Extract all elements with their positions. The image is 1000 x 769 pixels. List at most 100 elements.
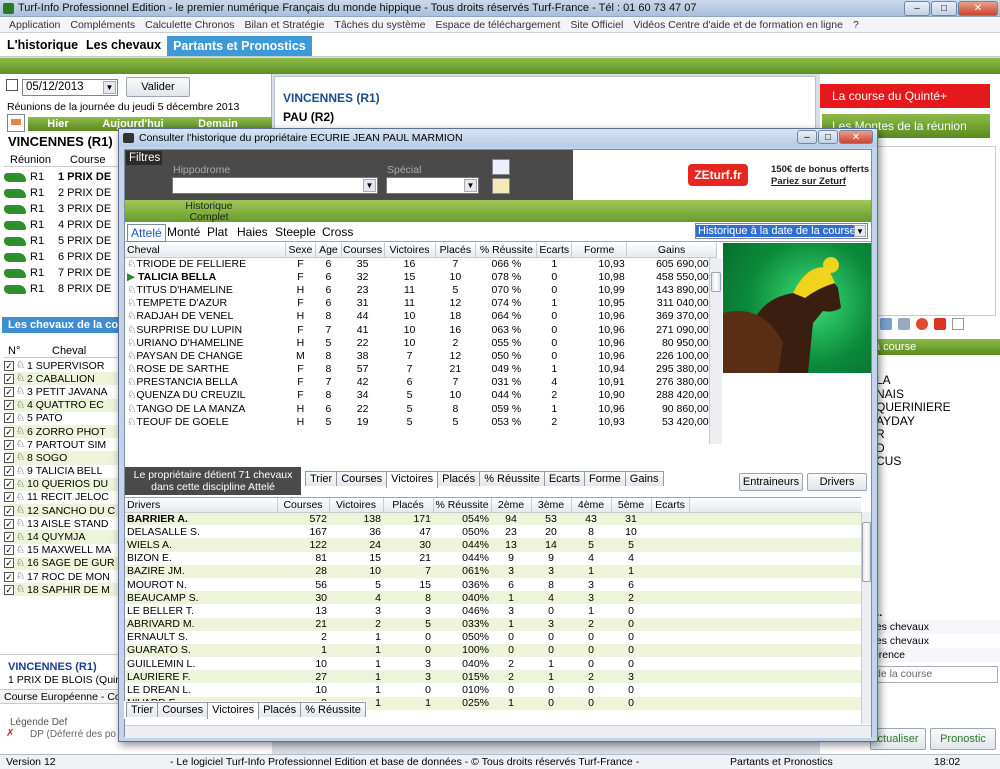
bet-link[interactable]: Pariez sur Zeturf	[771, 176, 846, 187]
chevron-down-icon[interactable]: ▼	[103, 81, 116, 94]
sort-gains[interactable]: Gains	[624, 471, 664, 486]
col-drivers[interactable]: Drivers	[125, 498, 278, 513]
checkbox[interactable]	[4, 479, 14, 490]
checkbox[interactable]	[4, 452, 14, 463]
sort-reussite[interactable]: % Réussite	[479, 471, 545, 486]
table-row[interactable]: BAZIRE JM. 28 10 7 061% 3 3 1 1	[125, 564, 861, 578]
calendar-icon[interactable]	[6, 79, 18, 91]
col-gains[interactable]: Gains	[626, 243, 717, 258]
stop-icon[interactable]	[934, 318, 946, 330]
menu-bilan[interactable]: Bilan et Stratégie	[239, 17, 329, 32]
checkbox[interactable]	[4, 413, 14, 424]
alert-icon[interactable]	[916, 318, 928, 330]
btab-courses[interactable]: Courses	[157, 702, 209, 717]
col-d-5eme[interactable]: 5ème	[611, 498, 652, 513]
opt-item[interactable]: des chevaux	[870, 634, 1000, 648]
scroll-thumb[interactable]	[862, 522, 871, 582]
quinte-banner[interactable]: La course du Quinté+	[820, 84, 990, 108]
sort-ecarts[interactable]: Ecarts	[543, 471, 586, 486]
sort-courses[interactable]: Courses	[336, 471, 388, 486]
drivers-button[interactable]: Drivers	[807, 473, 867, 491]
dialog-minimize-button[interactable]: –	[797, 130, 817, 144]
histo-date-select[interactable]: Historique à la date de la course ▼	[695, 223, 868, 239]
sort-trier[interactable]: Trier	[305, 471, 338, 486]
table-row[interactable]: ♘TRIODE DE FELLIERE F 6 35 16 7 066 % 1 10,93 605…	[125, 257, 717, 270]
table-row[interactable]: DELASALLE S. 167 36 47 050% 23 20 8 10	[125, 525, 861, 539]
chevron-down-icon[interactable]: ▼	[854, 225, 866, 237]
col-sexe[interactable]: Sexe	[285, 243, 317, 258]
checkbox[interactable]	[4, 386, 14, 397]
table-row[interactable]: GUARATO S. 1 1 0 100% 0 0 0 0	[125, 643, 861, 658]
sort-forme[interactable]: Forme	[584, 471, 626, 486]
table-row[interactable]: LE DREAN L. 10 1 0 010% 0 0 0 0	[125, 683, 861, 697]
table-row[interactable]: BEAUCAMP S. 30 4 8 040% 1 4 3 2	[125, 591, 861, 605]
menu-site[interactable]: Site Officiel	[565, 17, 628, 32]
btab-victoires[interactable]: Victoires	[207, 702, 260, 719]
col-d-3eme[interactable]: 3ème	[531, 498, 572, 513]
table-row[interactable]: ♘TANGO DE LA MANZA H 6 22 5 8 059 % 1 10,96 90 86…	[125, 402, 717, 415]
checkbox[interactable]	[4, 400, 14, 411]
sort-places[interactable]: Placés	[437, 471, 481, 486]
histo-complet-tab[interactable]: Historique Complet	[167, 200, 251, 223]
table-row[interactable]: ▶ TALICIA BELLA F 6 32 15 10 078 % 0 10,98 458 55…	[125, 270, 717, 283]
chevron-down-icon[interactable]: ▼	[363, 179, 376, 192]
table-row[interactable]: ♘TEMPETE D'AZUR F 6 31 11 12 074 % 1 10,95 311 04…	[125, 297, 717, 310]
print-icon[interactable]	[880, 318, 892, 330]
col-d-victoires[interactable]: Victoires	[329, 498, 384, 513]
table-row[interactable]: ♘TEOUF DE GOELE H 5 19 5 5 053 % 2 10,93 53 420,0…	[125, 415, 717, 428]
table-row[interactable]: ♘PAYSAN DE CHANGE M 8 38 7 12 050 % 0 10,96 226 1…	[125, 349, 717, 362]
drivers-scrollbar[interactable]	[861, 512, 871, 724]
checkbox[interactable]	[4, 466, 14, 477]
col-forme[interactable]: Forme	[571, 243, 628, 258]
checkbox[interactable]	[4, 584, 14, 595]
h-scrollbar[interactable]	[125, 725, 871, 738]
checkbox[interactable]	[4, 360, 14, 371]
filter-apply-icon[interactable]	[492, 159, 510, 175]
calendar-small-icon[interactable]	[7, 114, 25, 132]
col-d-reussite[interactable]: % Réussite	[433, 498, 492, 513]
tab-monte[interactable]: Monté	[167, 225, 200, 239]
scroll-thumb[interactable]	[711, 272, 721, 292]
checkbox[interactable]	[4, 505, 14, 516]
col-places[interactable]: Placés	[435, 243, 477, 258]
checkbox[interactable]	[4, 518, 14, 529]
checkbox[interactable]	[4, 492, 14, 503]
date-select[interactable]: 05/12/2013 ▼	[22, 79, 118, 96]
checkbox[interactable]	[4, 373, 14, 384]
col-age[interactable]: Age	[315, 243, 342, 258]
entraineurs-button[interactable]: Entraineurs	[739, 473, 803, 491]
checkbox[interactable]	[4, 571, 14, 582]
btab-trier[interactable]: Trier	[126, 702, 159, 717]
validate-button[interactable]: Valider	[126, 77, 190, 97]
table-row[interactable]: LE BELLER T. 13 3 3 046% 3 0 1 0	[125, 604, 861, 618]
checkbox[interactable]	[4, 439, 14, 450]
opt-item[interactable]: des chevaux	[870, 620, 1000, 634]
pronostic-button[interactable]: Pronostic	[930, 728, 996, 750]
col-d-places[interactable]: Placés	[383, 498, 434, 513]
table-row[interactable]: GUILLEMIN L. 10 1 3 040% 2 1 0 0	[125, 657, 861, 671]
nav-hier[interactable]: Hier	[28, 117, 88, 131]
table-row[interactable]: ERNAULT S. 2 1 0 050% 0 0 0 0	[125, 630, 861, 644]
zeturf-ad[interactable]: ZEturf.fr 150€ de bonus offerts Pariez s…	[573, 150, 871, 200]
tab-partants[interactable]: Partants et Pronostics	[167, 36, 312, 56]
actualiser-button[interactable]: ctualiser	[870, 728, 926, 750]
dialog-maximize-button[interactable]: □	[818, 130, 838, 144]
tab-haies[interactable]: Haies	[237, 225, 268, 239]
table-row[interactable]: ♘QUENZA DU CREUZIL F 8 34 5 10 044 % 2 10,90 288 …	[125, 389, 717, 402]
hippodrome-select[interactable]: ▼	[172, 177, 378, 194]
col-d-ecarts[interactable]: Ecarts	[651, 498, 690, 513]
horses-scrollbar[interactable]	[709, 258, 722, 444]
sort-victoires[interactable]: Victoires	[386, 471, 439, 488]
col-cheval[interactable]: Cheval	[125, 243, 286, 258]
menu-application[interactable]: Application	[4, 17, 65, 32]
menu-calculette[interactable]: Calculette Chronos	[140, 17, 239, 32]
chevron-down-icon[interactable]: ▼	[464, 179, 477, 192]
special-select[interactable]: ▼	[386, 177, 479, 194]
tab-cross[interactable]: Cross	[322, 225, 353, 239]
table-row[interactable]: ♘ROSE DE SARTHE F 8 57 7 21 049 % 1 10,94 295 380…	[125, 363, 717, 376]
col-victoires[interactable]: Victoires	[384, 243, 436, 258]
table-row[interactable]: ♘RADJAH DE VENEL H 8 44 10 18 064 % 0 10,96 369 3…	[125, 310, 717, 323]
table-row[interactable]: ♘PRESTANCIA BELLA F 7 42 6 7 031 % 4 10,91 276 38…	[125, 376, 717, 389]
col-d-courses[interactable]: Courses	[277, 498, 330, 513]
tab-historique[interactable]: L'historique	[3, 34, 82, 56]
